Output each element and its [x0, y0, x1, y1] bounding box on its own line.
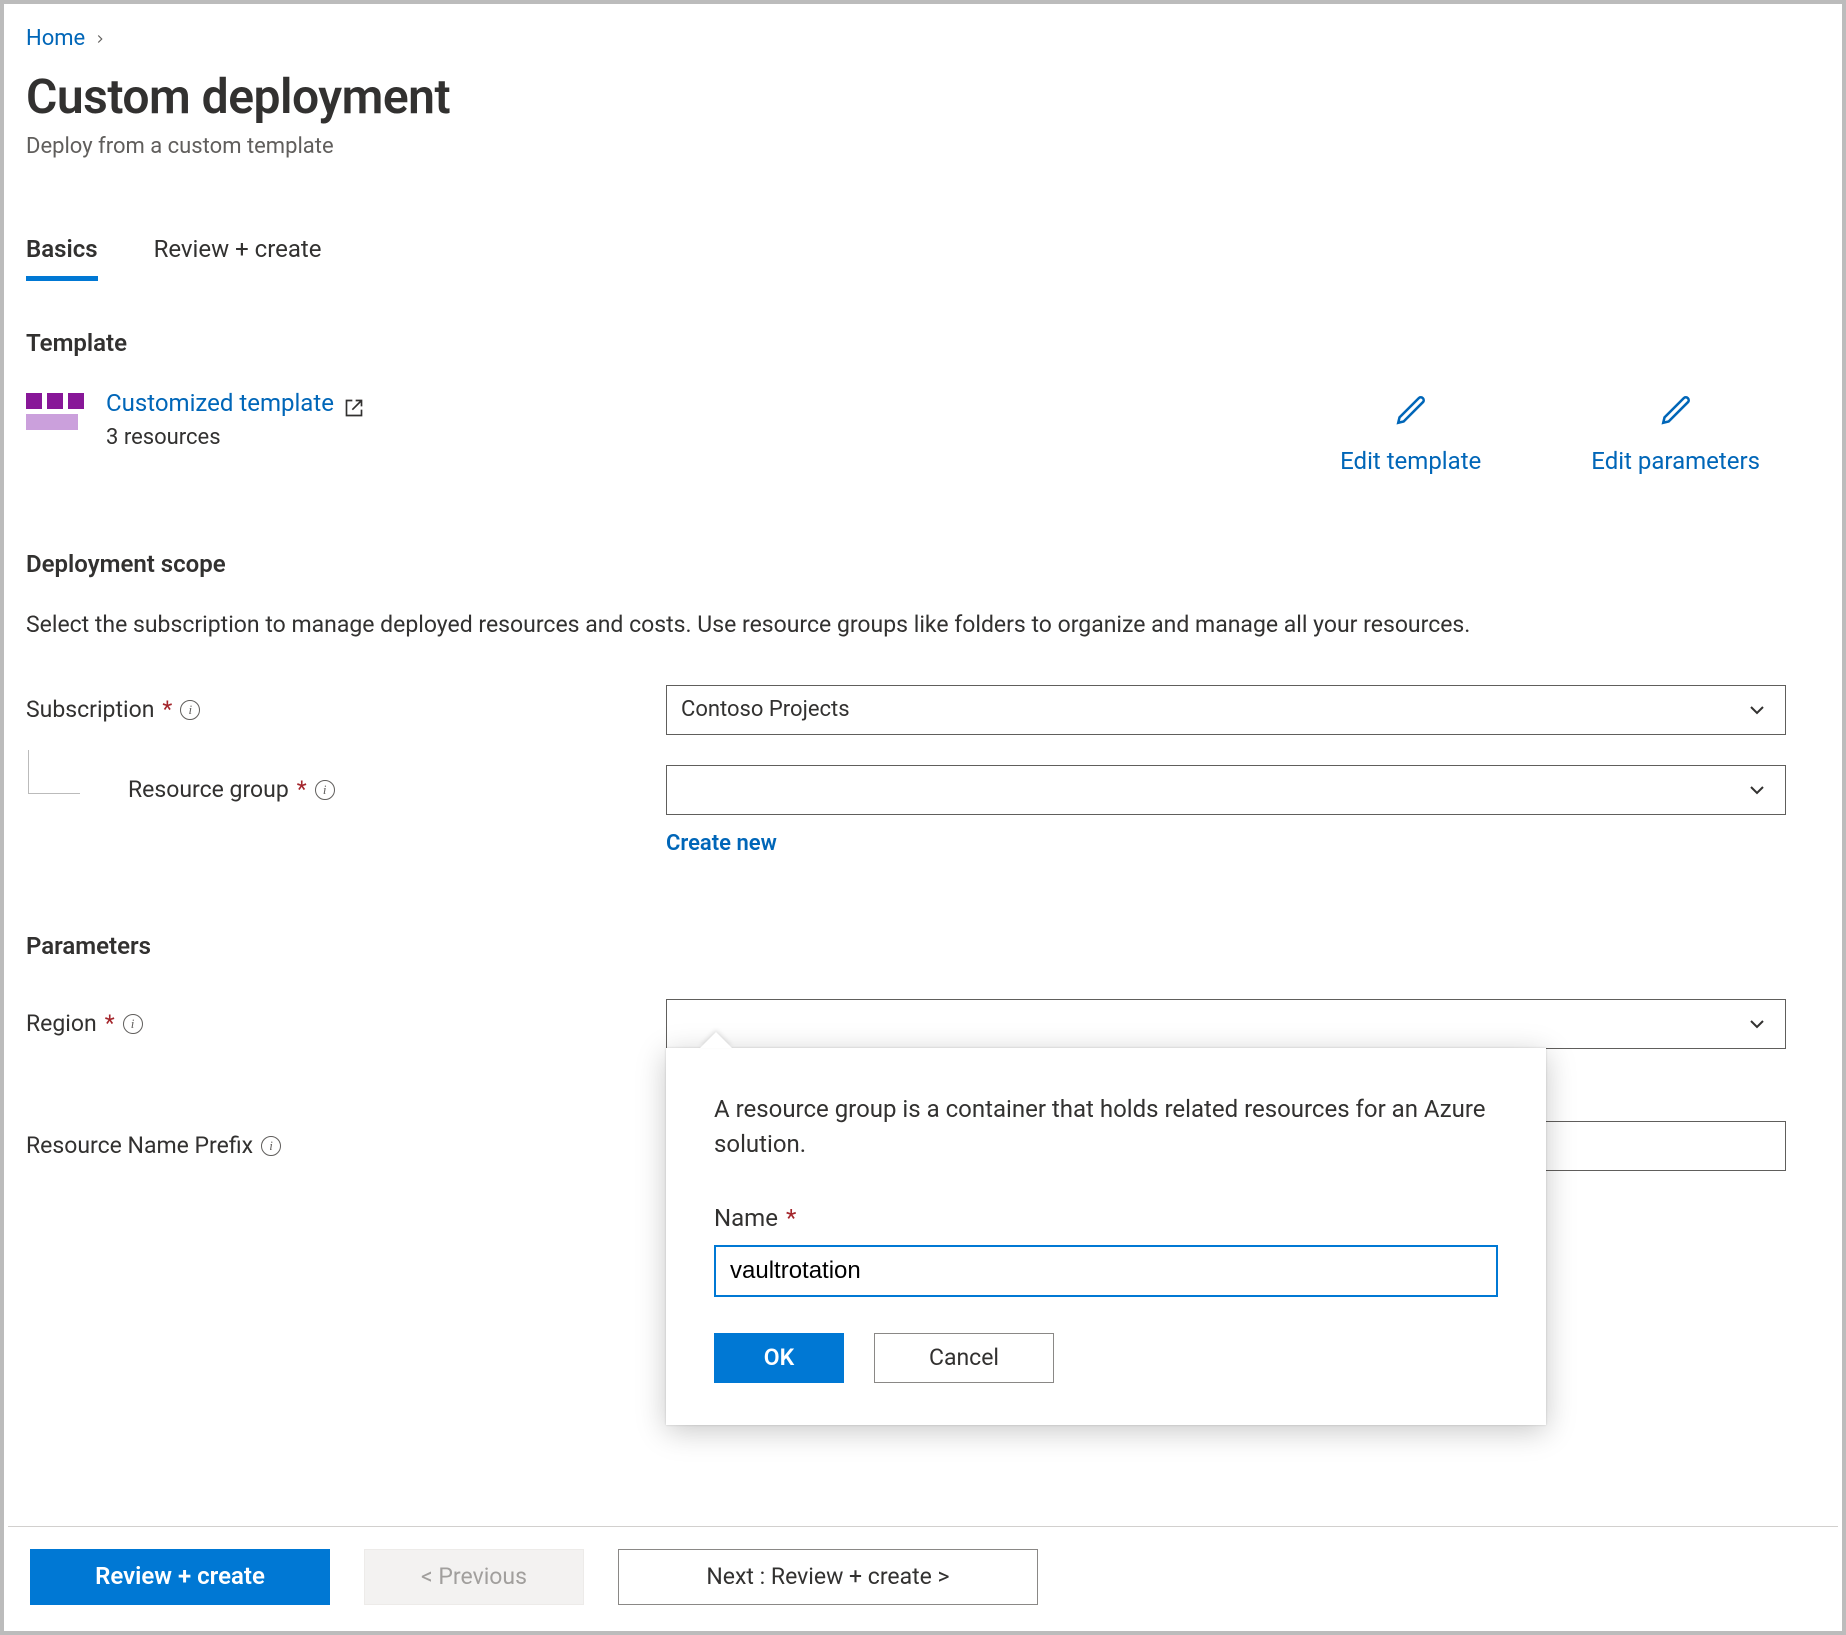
edit-parameters-button[interactable]: Edit parameters	[1591, 393, 1760, 478]
info-icon[interactable]: i	[261, 1136, 281, 1156]
deployment-scope-description: Select the subscription to manage deploy…	[26, 608, 1666, 641]
tree-connector	[28, 750, 80, 794]
info-icon[interactable]: i	[315, 780, 335, 800]
page-title: Custom deployment	[26, 63, 1820, 130]
region-label: Region * i	[26, 1008, 666, 1040]
breadcrumb: Home	[26, 24, 1820, 55]
edit-template-label: Edit template	[1340, 445, 1481, 479]
required-asterisk: *	[786, 1202, 796, 1236]
required-asterisk: *	[105, 1008, 115, 1040]
next-button[interactable]: Next : Review + create >	[618, 1549, 1038, 1605]
chevron-down-icon	[1745, 1012, 1769, 1046]
pencil-icon	[1659, 393, 1693, 437]
info-icon[interactable]: i	[180, 700, 200, 720]
resource-name-prefix-label: Resource Name Prefix i	[26, 1130, 666, 1162]
customized-template-link[interactable]: Customized template	[106, 387, 364, 421]
customized-template-label: Customized template	[106, 387, 334, 421]
chevron-right-icon	[93, 25, 107, 53]
ok-button[interactable]: OK	[714, 1333, 844, 1383]
template-resource-count: 3 resources	[106, 423, 364, 454]
edit-parameters-label: Edit parameters	[1591, 445, 1760, 479]
page-subtitle: Deploy from a custom template	[26, 132, 1820, 163]
subscription-label-text: Subscription	[26, 694, 154, 726]
region-label-text: Region	[26, 1008, 97, 1040]
tabs: Basics Review + create	[26, 233, 1820, 282]
edit-template-button[interactable]: Edit template	[1340, 393, 1481, 478]
review-create-button[interactable]: Review + create	[30, 1549, 330, 1605]
breadcrumb-home[interactable]: Home	[26, 24, 85, 55]
previous-button[interactable]: < Previous	[364, 1549, 584, 1605]
cancel-button[interactable]: Cancel	[874, 1333, 1054, 1383]
tab-review-create[interactable]: Review + create	[154, 233, 322, 282]
subscription-select[interactable]: Contoso Projects	[666, 685, 1786, 735]
chevron-down-icon	[1745, 698, 1769, 732]
resource-group-name-input[interactable]	[714, 1245, 1498, 1297]
deployment-scope-heading: Deployment scope	[26, 548, 1820, 582]
bottom-action-bar: Review + create < Previous Next : Review…	[8, 1526, 1838, 1627]
external-link-icon	[344, 394, 364, 414]
popover-name-label-text: Name	[714, 1202, 778, 1236]
create-resource-group-popover: A resource group is a container that hol…	[666, 1048, 1546, 1425]
popover-description: A resource group is a container that hol…	[714, 1092, 1498, 1162]
resource-name-prefix-label-text: Resource Name Prefix	[26, 1130, 253, 1162]
subscription-label: Subscription * i	[26, 694, 666, 726]
template-icon	[26, 393, 86, 441]
resource-group-select[interactable]	[666, 765, 1786, 815]
required-asterisk: *	[162, 694, 172, 726]
template-heading: Template	[26, 327, 1820, 361]
parameters-heading: Parameters	[26, 930, 1820, 964]
popover-name-label: Name *	[714, 1202, 1498, 1236]
required-asterisk: *	[297, 774, 307, 806]
info-icon[interactable]: i	[123, 1014, 143, 1034]
chevron-down-icon	[1745, 778, 1769, 812]
pencil-icon	[1394, 393, 1428, 437]
subscription-value: Contoso Projects	[681, 695, 850, 726]
resource-group-label: Resource group	[128, 774, 289, 806]
tab-basics[interactable]: Basics	[26, 233, 98, 282]
create-new-link[interactable]: Create new	[666, 831, 777, 856]
region-select[interactable]	[666, 999, 1786, 1049]
